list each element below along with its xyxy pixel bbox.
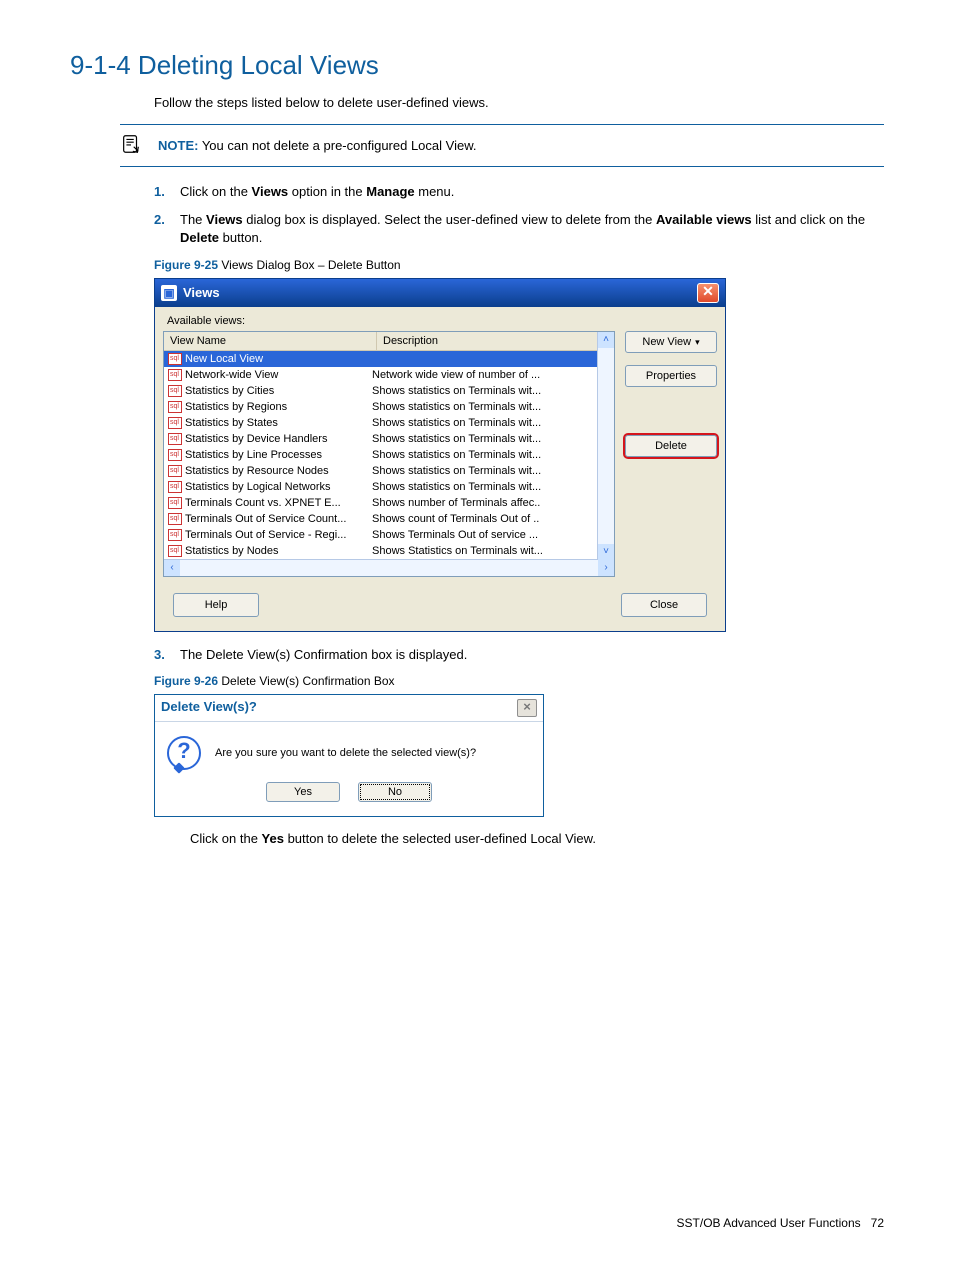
- list-item[interactable]: sqlNetwork-wide View Network wide view of…: [164, 367, 614, 383]
- list-item-name: Statistics by Logical Networks: [185, 481, 331, 493]
- list-item[interactable]: sqlNew Local View: [164, 351, 614, 367]
- new-view-button[interactable]: New View: [625, 331, 717, 353]
- col-view-name[interactable]: View Name: [164, 332, 377, 350]
- scroll-right-arrow[interactable]: ›: [598, 560, 614, 576]
- list-item-desc: Shows statistics on Terminals wit...: [368, 401, 614, 413]
- confirm-titlebar[interactable]: Delete View(s)? ×: [155, 695, 543, 722]
- horizontal-scrollbar[interactable]: ‹ ›: [164, 559, 614, 576]
- list-item-desc: Shows Terminals Out of service ...: [368, 529, 614, 541]
- list-item-name: New Local View: [185, 353, 263, 365]
- close-button[interactable]: Close: [621, 593, 707, 617]
- sql-view-icon: sql: [168, 369, 182, 381]
- list-item-name: Terminals Out of Service - Regi...: [185, 529, 346, 541]
- list-item-name: Terminals Out of Service Count...: [185, 513, 346, 525]
- views-close-button[interactable]: ✕: [697, 283, 719, 303]
- list-item[interactable]: sqlStatistics by Line Processes Shows sta…: [164, 447, 614, 463]
- list-item-desc: Shows statistics on Terminals wit...: [368, 465, 614, 477]
- list-item-name: Statistics by Resource Nodes: [185, 465, 329, 477]
- list-item-desc: Shows statistics on Terminals wit...: [368, 481, 614, 493]
- col-description[interactable]: Description: [377, 332, 614, 350]
- sql-view-icon: sql: [168, 433, 182, 445]
- available-views-label: Available views:: [167, 315, 717, 327]
- help-button[interactable]: Help: [173, 593, 259, 617]
- page-footer: SST/OB Advanced User Functions 72: [677, 1216, 884, 1230]
- list-item[interactable]: sqlTerminals Out of Service - Regi... Sho…: [164, 527, 614, 543]
- list-item-desc: Shows statistics on Terminals wit...: [368, 417, 614, 429]
- sql-view-icon: sql: [168, 401, 182, 413]
- sql-view-icon: sql: [168, 353, 182, 365]
- list-item-name: Statistics by Line Processes: [185, 449, 322, 461]
- list-item-name: Statistics by States: [185, 417, 278, 429]
- scroll-track[interactable]: [597, 348, 614, 544]
- properties-button[interactable]: Properties: [625, 365, 717, 387]
- scroll-left-arrow[interactable]: ‹: [164, 560, 180, 576]
- scroll-up-arrow[interactable]: ˄: [597, 332, 614, 348]
- views-dialog: ▣ Views ✕ Available views: View Name Des…: [154, 278, 726, 632]
- list-item-desc: [368, 353, 614, 365]
- list-item-desc: Shows statistics on Terminals wit...: [368, 449, 614, 461]
- list-item-desc: Shows number of Terminals affec..: [368, 497, 614, 509]
- confirm-title: Delete View(s)?: [161, 699, 257, 717]
- list-item-name: Statistics by Regions: [185, 401, 287, 413]
- list-item-name: Statistics by Cities: [185, 385, 274, 397]
- list-item[interactable]: sqlStatistics by Logical Networks Shows s…: [164, 479, 614, 495]
- sql-view-icon: sql: [168, 481, 182, 493]
- list-item[interactable]: sqlStatistics by Nodes Shows Statistics o…: [164, 543, 614, 559]
- sql-view-icon: sql: [168, 385, 182, 397]
- list-item-name: Terminals Count vs. XPNET E...: [185, 497, 341, 509]
- figure-26-caption: Figure 9-26 Delete View(s) Confirmation …: [154, 674, 884, 688]
- after-confirm-text: Click on the Yes button to delete the se…: [190, 831, 884, 846]
- no-button[interactable]: No: [358, 782, 432, 802]
- confirm-message: Are you sure you want to delete the sele…: [215, 747, 476, 759]
- sql-view-icon: sql: [168, 449, 182, 461]
- list-item-desc: Network wide view of number of ...: [368, 369, 614, 381]
- delete-button[interactable]: Delete: [625, 435, 717, 457]
- yes-button[interactable]: Yes: [266, 782, 340, 802]
- note-block: NOTE: You can not delete a pre-configure…: [120, 124, 884, 167]
- list-item[interactable]: sqlStatistics by Cities Shows statistics …: [164, 383, 614, 399]
- list-item-desc: Shows Statistics on Terminals wit...: [368, 545, 614, 557]
- list-item[interactable]: sqlTerminals Out of Service Count... Show…: [164, 511, 614, 527]
- sql-view-icon: sql: [168, 545, 182, 557]
- list-item-name: Statistics by Device Handlers: [185, 433, 327, 445]
- views-titlebar[interactable]: ▣ Views ✕: [155, 279, 725, 307]
- step-3: 3. The Delete View(s) Confirmation box i…: [154, 646, 884, 664]
- sql-view-icon: sql: [168, 529, 182, 541]
- list-item[interactable]: sqlStatistics by Resource Nodes Shows sta…: [164, 463, 614, 479]
- scroll-down-arrow[interactable]: ˅: [597, 544, 614, 560]
- list-item[interactable]: sqlStatistics by States Shows statistics …: [164, 415, 614, 431]
- step-1: 1. Click on the Views option in the Mana…: [154, 183, 884, 201]
- list-item-name: Statistics by Nodes: [185, 545, 279, 557]
- list-item[interactable]: sqlTerminals Count vs. XPNET E... Shows n…: [164, 495, 614, 511]
- sql-view-icon: sql: [168, 497, 182, 509]
- list-item[interactable]: sqlStatistics by Device Handlers Shows st…: [164, 431, 614, 447]
- question-icon: ?: [167, 736, 201, 770]
- note-text: NOTE: You can not delete a pre-configure…: [158, 138, 476, 153]
- note-icon: [120, 133, 144, 158]
- sql-view-icon: sql: [168, 465, 182, 477]
- page-heading: 9-1-4 Deleting Local Views: [70, 50, 884, 81]
- figure-25-caption: Figure 9-25 Views Dialog Box – Delete Bu…: [154, 258, 884, 272]
- intro-text: Follow the steps listed below to delete …: [154, 95, 884, 110]
- list-header: View Name Description: [164, 332, 614, 351]
- confirm-close-button[interactable]: ×: [517, 699, 537, 717]
- list-item-desc: Shows statistics on Terminals wit...: [368, 433, 614, 445]
- delete-confirm-dialog: Delete View(s)? × ? Are you sure you wan…: [154, 694, 544, 817]
- list-item[interactable]: sqlStatistics by Regions Shows statistics…: [164, 399, 614, 415]
- available-views-list[interactable]: View Name Description sqlNew Local Views…: [163, 331, 615, 577]
- sql-view-icon: sql: [168, 513, 182, 525]
- sql-view-icon: sql: [168, 417, 182, 429]
- views-title-icon: ▣: [161, 285, 177, 301]
- list-item-desc: Shows count of Terminals Out of ..: [368, 513, 614, 525]
- views-title: Views: [183, 285, 220, 300]
- step-2: 2. The Views dialog box is displayed. Se…: [154, 211, 884, 247]
- list-item-desc: Shows statistics on Terminals wit...: [368, 385, 614, 397]
- list-item-name: Network-wide View: [185, 369, 278, 381]
